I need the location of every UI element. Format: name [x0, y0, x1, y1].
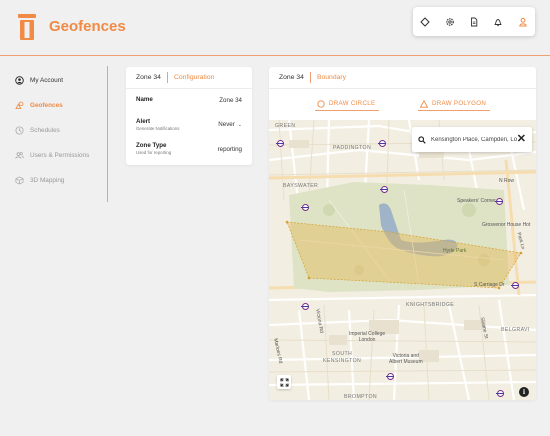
sidebar-item-my-account[interactable]: My Account: [14, 72, 63, 88]
triangle-icon: [420, 99, 428, 108]
bell-icon: [494, 18, 503, 26]
draw-circle-label: DRAW CIRCLE: [329, 100, 376, 107]
zone-type-row: Zone Type Used for reporting reporting: [136, 142, 242, 155]
zone-name: Zone 34: [279, 74, 304, 81]
map-label-victoria-albert: Victoria and Albert Museum: [389, 353, 423, 365]
tube-station-icon[interactable]: [496, 390, 504, 397]
header-toolbar: [413, 7, 535, 36]
name-field[interactable]: Zone 34: [219, 97, 242, 104]
draw-polygon-button[interactable]: DRAW POLYGON: [418, 97, 491, 111]
tube-station-icon[interactable]: [276, 140, 284, 147]
configuration-tab[interactable]: Configuration: [174, 74, 214, 81]
map-label-south-kensington: SOUTH KENSINGTON: [323, 351, 362, 364]
boundary-card-header: Zone 34 Boundary: [269, 67, 536, 89]
documents-button[interactable]: [462, 7, 486, 36]
map-search-input[interactable]: [431, 136, 517, 143]
cube-icon: [14, 175, 25, 186]
fullscreen-button[interactable]: [277, 375, 291, 389]
settings-button[interactable]: [437, 7, 461, 36]
notifications-button[interactable]: [486, 7, 510, 36]
account-circle-icon: [14, 75, 25, 86]
sidebar-item-schedules[interactable]: Schedules: [14, 122, 60, 138]
info-icon[interactable]: i: [519, 387, 529, 397]
configuration-card-header: Zone 34 Configuration: [126, 67, 252, 89]
map-label-brompton: BROMPTON: [344, 394, 378, 400]
boundary-card: Zone 34 Boundary DRAW CIRCLE DRAW POLYGO…: [269, 67, 536, 400]
diamond-icon: [420, 16, 430, 27]
fullscreen-icon: [280, 378, 288, 386]
boundary-tab[interactable]: Boundary: [317, 74, 346, 81]
tube-station-icon[interactable]: [495, 198, 503, 205]
map-label-paddington: PADDINGTON: [333, 145, 372, 151]
chevron-down-icon: ⌄: [237, 122, 242, 128]
map-view[interactable]: GREEN PADDINGTON BAYSWATER Speakers' Cor…: [269, 120, 536, 400]
sidebar: My Account Geofences Schedules Users & P…: [0, 66, 108, 202]
draw-tools: DRAW CIRCLE DRAW POLYGON: [269, 97, 536, 111]
sidebar-item-users-permissions[interactable]: Users & Permissions: [14, 147, 89, 163]
tube-station-icon[interactable]: [378, 140, 386, 147]
pillar-logo-icon: [18, 14, 36, 40]
alert-select[interactable]: Never ⌄: [218, 121, 242, 128]
tube-station-icon[interactable]: [511, 282, 519, 289]
map-label-hyde-park: Hyde Park: [443, 248, 467, 254]
tube-station-icon[interactable]: [301, 303, 309, 310]
sidebar-item-label: 3D Mapping: [30, 176, 65, 184]
name-row: Name Zone 34: [136, 96, 242, 104]
search-icon: [418, 135, 426, 144]
profile-button[interactable]: [511, 7, 535, 36]
zone-type-field[interactable]: reporting: [218, 146, 242, 153]
draw-polygon-label: DRAW POLYGON: [432, 100, 487, 107]
app-title: Geofences: [49, 18, 126, 35]
zone-name: Zone 34: [136, 74, 161, 81]
header-divider: [309, 72, 311, 83]
map-label-green: GREEN: [275, 123, 296, 129]
sidebar-item-label: My Account: [30, 76, 64, 84]
gear-icon: [445, 17, 454, 26]
users-icon: [14, 150, 25, 161]
configuration-card: Zone 34 Configuration Name Zone 34 Alert…: [126, 67, 252, 165]
circle-icon: [317, 99, 325, 108]
document-icon: [471, 17, 478, 26]
map-label-speakers-corner: Speakers' Corner: [457, 198, 496, 204]
sidebar-item-3d-mapping[interactable]: 3D Mapping: [14, 172, 64, 188]
user-icon: [519, 17, 527, 26]
map-label-grosvenor: Grosvenor House Hot: [482, 222, 531, 228]
clock-icon: [14, 125, 25, 136]
header-divider: [166, 72, 168, 83]
tube-station-icon[interactable]: [380, 186, 388, 193]
map-label-knightsbridge: KNIGHTSBRIDGE: [406, 302, 455, 308]
tube-station-icon[interactable]: [386, 373, 394, 380]
diamond-button[interactable]: [413, 7, 437, 36]
map-label-n-row: N Row: [499, 178, 515, 184]
sidebar-item-label: Users & Permissions: [30, 151, 90, 159]
map-search-box: ✕: [412, 127, 532, 152]
map-label-imperial-college: Imperial College London: [349, 331, 386, 343]
sidebar-item-geofences[interactable]: Geofences: [14, 97, 63, 113]
draw-circle-button[interactable]: DRAW CIRCLE: [315, 97, 380, 111]
map-label-carriage-dr: S Carriage Dr: [474, 282, 505, 288]
shapes-icon: [14, 100, 25, 111]
close-icon[interactable]: ✕: [517, 133, 526, 145]
map-label-bayswater: BAYSWATER: [283, 183, 319, 189]
sidebar-item-label: Geofences: [30, 101, 63, 109]
tube-station-icon[interactable]: [301, 204, 309, 211]
alert-select-value: Never: [218, 121, 235, 128]
sidebar-item-label: Schedules: [30, 126, 60, 134]
alert-row: Alert Generate Notifications Never ⌄: [136, 118, 242, 131]
map-label-belgravia: BELGRAVI: [501, 327, 530, 333]
app-header: Geofences: [0, 0, 550, 56]
